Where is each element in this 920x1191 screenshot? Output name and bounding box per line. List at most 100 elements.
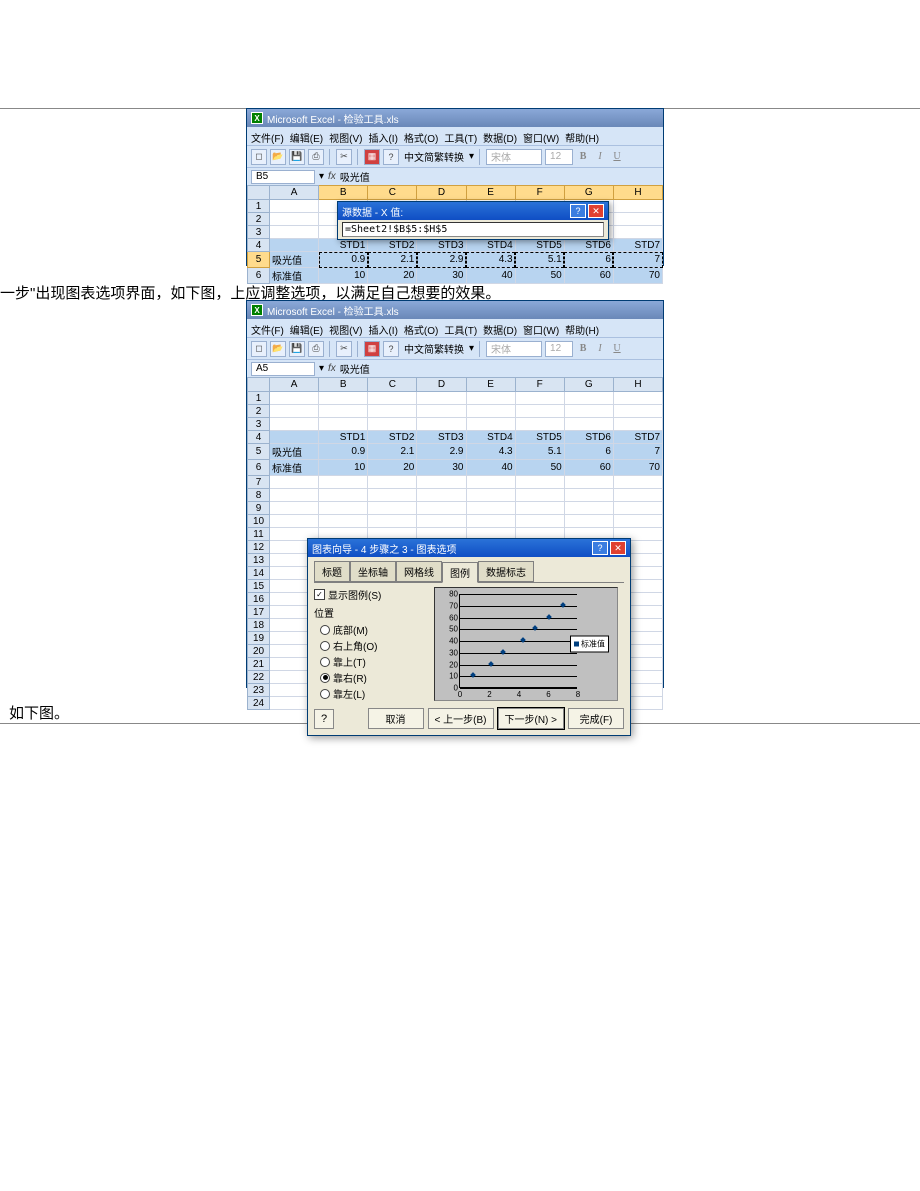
cell[interactable]: STD3 xyxy=(417,239,466,252)
cut-icon[interactable]: ✂ xyxy=(336,149,352,165)
menu-insert[interactable]: 插入(I) xyxy=(368,322,397,337)
menu-edit[interactable]: 编辑(E) xyxy=(290,322,323,337)
row-header[interactable]: 6 xyxy=(248,460,270,476)
save-icon[interactable]: 💾 xyxy=(289,341,305,357)
col-header[interactable]: C xyxy=(368,378,417,392)
cell[interactable]: 40 xyxy=(466,460,515,476)
cell[interactable]: 4.3 xyxy=(466,252,515,268)
font-selector[interactable]: 宋体 xyxy=(486,341,542,357)
row-header[interactable]: 18 xyxy=(248,619,270,632)
cell[interactable]: 70 xyxy=(613,268,662,284)
font-size-selector[interactable]: 12 xyxy=(545,149,573,165)
help-button-icon[interactable]: ? xyxy=(592,541,608,555)
cell[interactable]: 5.1 xyxy=(515,444,564,460)
row-header[interactable]: 1 xyxy=(248,200,270,213)
row-header[interactable]: 15 xyxy=(248,580,270,593)
menu-format[interactable]: 格式(O) xyxy=(404,130,438,145)
cell[interactable]: 30 xyxy=(417,460,466,476)
row-header[interactable]: 14 xyxy=(248,567,270,580)
col-header[interactable]: E xyxy=(466,378,515,392)
row-header[interactable]: 19 xyxy=(248,632,270,645)
row-header[interactable]: 13 xyxy=(248,554,270,567)
range-reference-input[interactable] xyxy=(342,222,604,237)
font-size-selector[interactable]: 12 xyxy=(545,341,573,357)
menu-data[interactable]: 数据(D) xyxy=(483,130,517,145)
row-header[interactable]: 1 xyxy=(248,392,270,405)
cell[interactable]: 2.9 xyxy=(417,252,466,268)
cell[interactable]: 40 xyxy=(466,268,515,284)
col-header[interactable]: G xyxy=(564,378,613,392)
next-button[interactable]: 下一步(N) > xyxy=(498,708,565,729)
cell[interactable]: 6 xyxy=(564,444,613,460)
row-header[interactable]: 6 xyxy=(248,268,270,284)
cell[interactable]: 70 xyxy=(613,460,662,476)
row-header[interactable]: 4 xyxy=(248,239,270,252)
cell[interactable]: 50 xyxy=(515,268,564,284)
name-box[interactable]: B5 xyxy=(251,170,315,184)
cell[interactable]: 吸光值 xyxy=(270,252,319,268)
close-icon[interactable]: ✕ xyxy=(588,204,604,218)
tab-datalabels[interactable]: 数据标志 xyxy=(478,561,534,582)
finish-button[interactable]: 完成(F) xyxy=(568,708,624,729)
row-header[interactable]: 17 xyxy=(248,606,270,619)
close-icon[interactable]: ✕ xyxy=(610,541,626,555)
cell[interactable]: 10 xyxy=(319,460,368,476)
new-icon[interactable]: ◻ xyxy=(251,341,267,357)
name-box[interactable]: A5 xyxy=(251,362,315,376)
underline-button[interactable]: U xyxy=(610,151,624,162)
row-header[interactable]: 12 xyxy=(248,541,270,554)
row-header[interactable]: 3 xyxy=(248,226,270,239)
row-header[interactable]: 16 xyxy=(248,593,270,606)
cell[interactable] xyxy=(270,239,319,252)
save-icon[interactable]: 💾 xyxy=(289,149,305,165)
cell[interactable]: STD2 xyxy=(368,239,417,252)
help-icon[interactable]: ? xyxy=(383,341,399,357)
open-icon[interactable]: 📂 xyxy=(270,341,286,357)
spreadsheet-grid[interactable]: A B C D E F G H 1 2 3 4 STD1 STD2 STD3 S… xyxy=(247,185,663,284)
row-header[interactable]: 23 xyxy=(248,684,270,697)
cell[interactable]: 2.1 xyxy=(368,444,417,460)
cell[interactable]: 60 xyxy=(564,268,613,284)
dropdown-icon[interactable]: ▾ xyxy=(319,363,324,374)
cell[interactable]: STD2 xyxy=(368,431,417,444)
cell[interactable]: STD6 xyxy=(564,239,613,252)
menu-file[interactable]: 文件(F) xyxy=(251,322,284,337)
col-header[interactable]: F xyxy=(515,378,564,392)
convert-button[interactable]: 中文简繁转换 xyxy=(402,341,466,356)
menu-format[interactable]: 格式(O) xyxy=(404,322,438,337)
tab-gridlines[interactable]: 网格线 xyxy=(396,561,442,582)
show-legend-checkbox[interactable]: ✓ xyxy=(314,589,325,600)
context-help-icon[interactable]: ? xyxy=(314,709,334,729)
cell[interactable]: 吸光值 xyxy=(270,444,319,460)
row-header[interactable]: 7 xyxy=(248,476,270,489)
row-header[interactable]: 5 xyxy=(248,444,270,460)
cell[interactable]: 30 xyxy=(417,268,466,284)
row-header[interactable]: 21 xyxy=(248,658,270,671)
spreadsheet-grid[interactable]: A B C D E F G H 1 2 3 4 STD1 STD2 STD3 S… xyxy=(247,377,663,689)
help-icon[interactable]: ? xyxy=(383,149,399,165)
radio-right[interactable] xyxy=(320,673,330,683)
menu-tools[interactable]: 工具(T) xyxy=(444,130,477,145)
cell[interactable]: STD1 xyxy=(319,431,368,444)
cell[interactable]: STD1 xyxy=(319,239,368,252)
cell[interactable]: 7 xyxy=(613,252,662,268)
col-header[interactable]: H xyxy=(613,378,662,392)
col-header[interactable]: C xyxy=(368,186,417,200)
col-header[interactable]: F xyxy=(515,186,564,200)
radio-left[interactable] xyxy=(320,689,330,699)
row-header[interactable]: 4 xyxy=(248,431,270,444)
menu-window[interactable]: 窗口(W) xyxy=(523,130,559,145)
cell[interactable]: STD5 xyxy=(515,431,564,444)
cell[interactable]: 20 xyxy=(368,460,417,476)
cell[interactable]: 2.9 xyxy=(417,444,466,460)
row-header[interactable]: 11 xyxy=(248,528,270,541)
menu-help[interactable]: 帮助(H) xyxy=(565,322,599,337)
tab-legend[interactable]: 图例 xyxy=(442,562,478,583)
col-header[interactable]: D xyxy=(417,186,466,200)
cell[interactable]: 0.9 xyxy=(319,444,368,460)
cell[interactable]: 50 xyxy=(515,460,564,476)
col-header[interactable]: H xyxy=(613,186,662,200)
underline-button[interactable]: U xyxy=(610,343,624,354)
menu-data[interactable]: 数据(D) xyxy=(483,322,517,337)
col-header[interactable]: B xyxy=(319,378,368,392)
